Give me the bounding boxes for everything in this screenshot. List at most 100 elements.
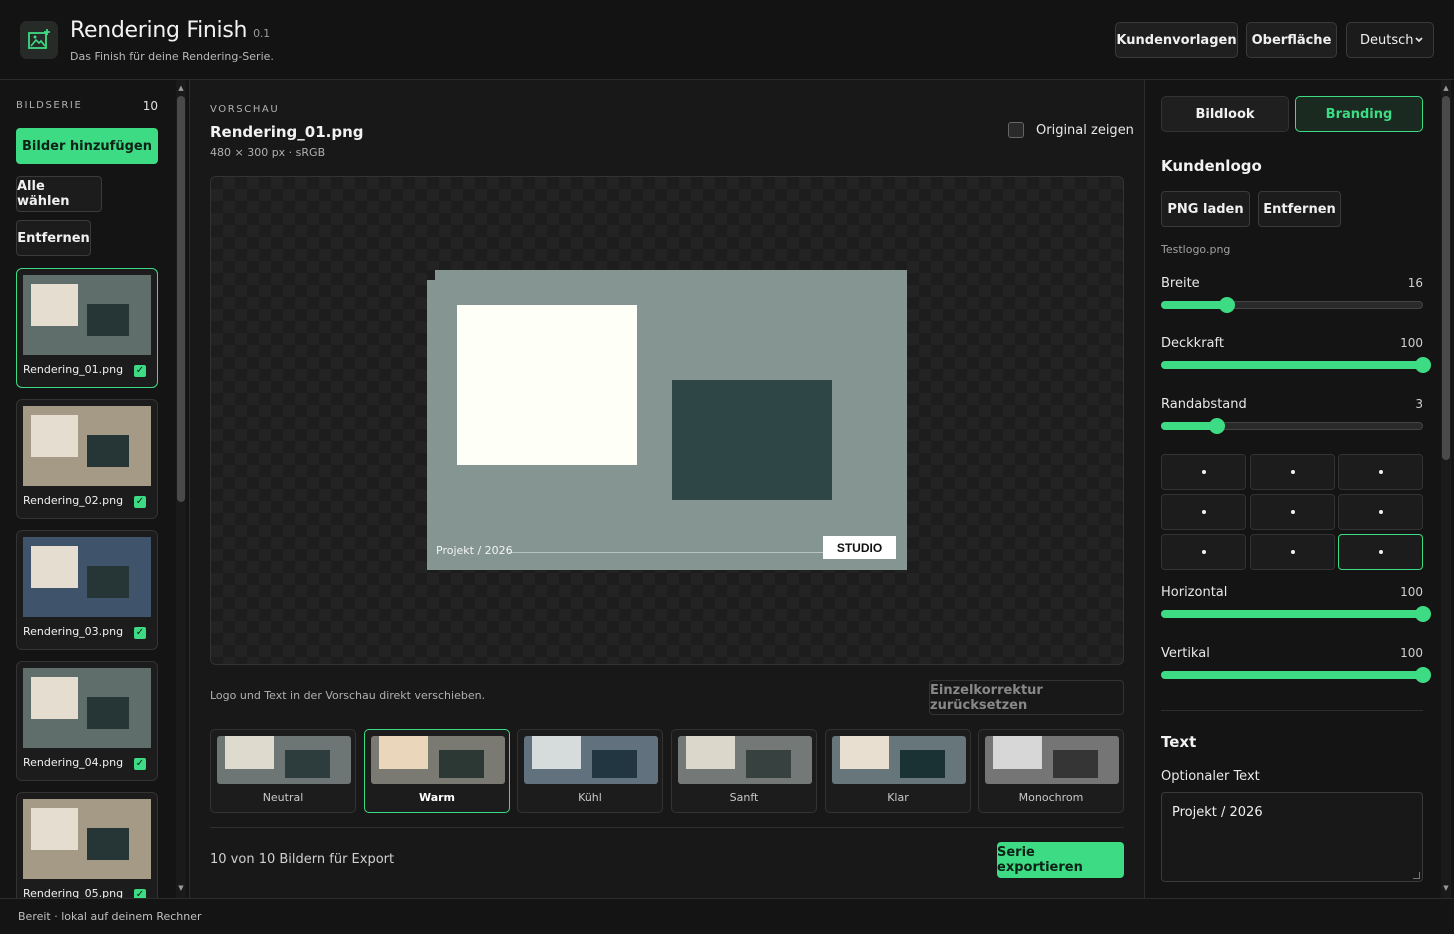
remove-images-button[interactable]: Entfernen <box>16 220 91 256</box>
thumbnail-card[interactable]: Rendering_03.png ✓ <box>16 530 158 650</box>
language-select[interactable]: Deutsch <box>1346 22 1434 58</box>
preset-sanft[interactable]: Sanft <box>671 729 817 813</box>
vertikal-slider-fill <box>1161 671 1423 679</box>
deckkraft-slider-fill <box>1161 361 1423 369</box>
vertikal-slider[interactable] <box>1161 667 1431 683</box>
scroll-down-icon[interactable]: ▼ <box>1442 884 1450 892</box>
overlay-logo[interactable]: STUDIO <box>823 536 896 559</box>
show-original-label: Original zeigen <box>1036 122 1134 138</box>
position-dot-icon <box>1201 550 1206 554</box>
reset-correction-button[interactable]: Einzelkorrektur zurücksetzen <box>929 680 1124 715</box>
preset-dark-block <box>900 750 945 778</box>
horizontal-slider-handle[interactable] <box>1415 606 1431 622</box>
render-light-block <box>457 305 637 465</box>
tab-branding[interactable]: Branding <box>1295 96 1423 132</box>
show-original-checkbox[interactable] <box>1008 122 1024 138</box>
randabstand-label: Randabstand <box>1161 397 1247 412</box>
preview-hint: Logo und Text in der Vorschau direkt ver… <box>210 689 486 702</box>
settings-panel: Bildlook Branding Kundenlogo PNG laden E… <box>1144 80 1454 898</box>
scrollbar-thumb[interactable] <box>1442 96 1450 460</box>
position-dot-icon <box>1378 510 1383 514</box>
preset-warm[interactable]: Warm <box>364 729 510 813</box>
overlay-caption-text[interactable]: Projekt / 2026 <box>436 544 513 557</box>
templates-button[interactable]: Kundenvorlagen <box>1115 22 1238 58</box>
scroll-down-icon[interactable]: ▼ <box>177 884 185 892</box>
position-bottom-center-button[interactable] <box>1250 534 1335 570</box>
show-original-toggle[interactable]: Original zeigen <box>1008 122 1134 138</box>
thumbnail-image <box>23 275 151 355</box>
preset-light-block <box>993 736 1042 769</box>
optional-text-field[interactable]: Projekt / 2026 <box>1161 792 1423 882</box>
tab-bildlook[interactable]: Bildlook <box>1161 96 1289 132</box>
ui-settings-button[interactable]: Oberfläche <box>1246 22 1337 58</box>
checkbox-checked-icon[interactable]: ✓ <box>134 365 146 377</box>
breite-slider[interactable] <box>1161 297 1423 313</box>
remove-logo-button[interactable]: Entfernen <box>1258 191 1341 227</box>
breite-slider-handle[interactable] <box>1218 297 1235 313</box>
add-images-button[interactable]: Bilder hinzufügen <box>16 128 158 164</box>
status-bar: Bereit · lokal auf deinem Rechner <box>0 898 1454 934</box>
logo-section-title: Kundenlogo <box>1161 157 1262 175</box>
select-all-button[interactable]: Alle wählen <box>16 176 102 212</box>
checkbox-checked-icon[interactable]: ✓ <box>134 627 146 639</box>
horizontal-slider[interactable] <box>1161 606 1431 622</box>
scrollbar-thumb[interactable] <box>177 96 185 502</box>
preset-thumbnail <box>985 736 1119 784</box>
resize-handle-icon[interactable] <box>1413 872 1420 879</box>
preset-label: Monochrom <box>1018 791 1084 804</box>
thumbnail-name: Rendering_01.png <box>23 363 124 376</box>
vertikal-slider-handle[interactable] <box>1415 667 1431 683</box>
optional-text-label: Optionaler Text <box>1161 769 1260 784</box>
thumbnail-image <box>23 406 151 486</box>
optional-text-value: Projekt / 2026 <box>1172 805 1263 820</box>
deckkraft-slider-handle[interactable] <box>1415 357 1431 373</box>
breite-label: Breite <box>1161 276 1200 291</box>
caption-line <box>509 552 825 553</box>
sidebar-scrollbar[interactable]: ▲ ▼ <box>176 80 186 898</box>
position-middle-right-button[interactable] <box>1338 494 1423 530</box>
text-section-title: Text <box>1161 733 1197 751</box>
checkbox-checked-icon[interactable]: ✓ <box>134 496 146 508</box>
thumb-dark-block <box>87 304 129 336</box>
thumb-light-block <box>31 677 78 719</box>
position-top-left-button[interactable] <box>1161 454 1246 490</box>
preset-kühl[interactable]: Kühl <box>517 729 663 813</box>
randabstand-value: 3 <box>1415 397 1423 411</box>
preset-neutral[interactable]: Neutral <box>210 729 356 813</box>
position-bottom-left-button[interactable] <box>1161 534 1246 570</box>
deckkraft-slider[interactable] <box>1161 357 1431 373</box>
position-bottom-right-button[interactable] <box>1338 534 1423 570</box>
thumb-light-block <box>31 284 78 326</box>
randabstand-slider[interactable] <box>1161 418 1423 434</box>
position-middle-center-button[interactable] <box>1250 494 1335 530</box>
scroll-up-icon[interactable]: ▲ <box>177 84 185 92</box>
preset-monochrom[interactable]: Monochrom <box>978 729 1124 813</box>
load-png-button[interactable]: PNG laden <box>1161 191 1250 227</box>
preset-label: Kühl <box>578 791 602 804</box>
preset-dark-block <box>439 750 484 778</box>
position-dot-icon <box>1201 510 1206 514</box>
position-middle-left-button[interactable] <box>1161 494 1246 530</box>
scroll-up-icon[interactable]: ▲ <box>1442 84 1450 92</box>
preset-klar[interactable]: Klar <box>825 729 971 813</box>
preset-light-block <box>532 736 581 769</box>
position-top-right-button[interactable] <box>1338 454 1423 490</box>
checkbox-checked-icon[interactable]: ✓ <box>134 889 146 898</box>
checkbox-checked-icon[interactable]: ✓ <box>134 758 146 770</box>
position-top-center-button[interactable] <box>1250 454 1335 490</box>
horizontal-value: 100 <box>1400 585 1423 599</box>
deckkraft-value: 100 <box>1400 336 1423 350</box>
preview-canvas[interactable]: Projekt / 2026 STUDIO <box>210 176 1124 665</box>
export-series-button[interactable]: Serie exportieren <box>997 842 1124 878</box>
randabstand-slider-handle[interactable] <box>1209 418 1226 434</box>
thumbnail-card[interactable]: Rendering_01.png ✓ <box>16 268 158 388</box>
panel-scrollbar[interactable]: ▲ ▼ <box>1441 80 1451 898</box>
thumbnail-card[interactable]: Rendering_05.png ✓ <box>16 792 158 898</box>
thumb-light-block <box>31 415 78 457</box>
preview-meta: 480 × 300 px · sRGB <box>210 146 326 159</box>
thumbnail-card[interactable]: Rendering_02.png ✓ <box>16 399 158 519</box>
vertikal-label: Vertikal <box>1161 646 1210 661</box>
preview-filename: Rendering_01.png <box>210 123 364 141</box>
preset-thumbnail <box>217 736 351 784</box>
thumbnail-card[interactable]: Rendering_04.png ✓ <box>16 661 158 781</box>
